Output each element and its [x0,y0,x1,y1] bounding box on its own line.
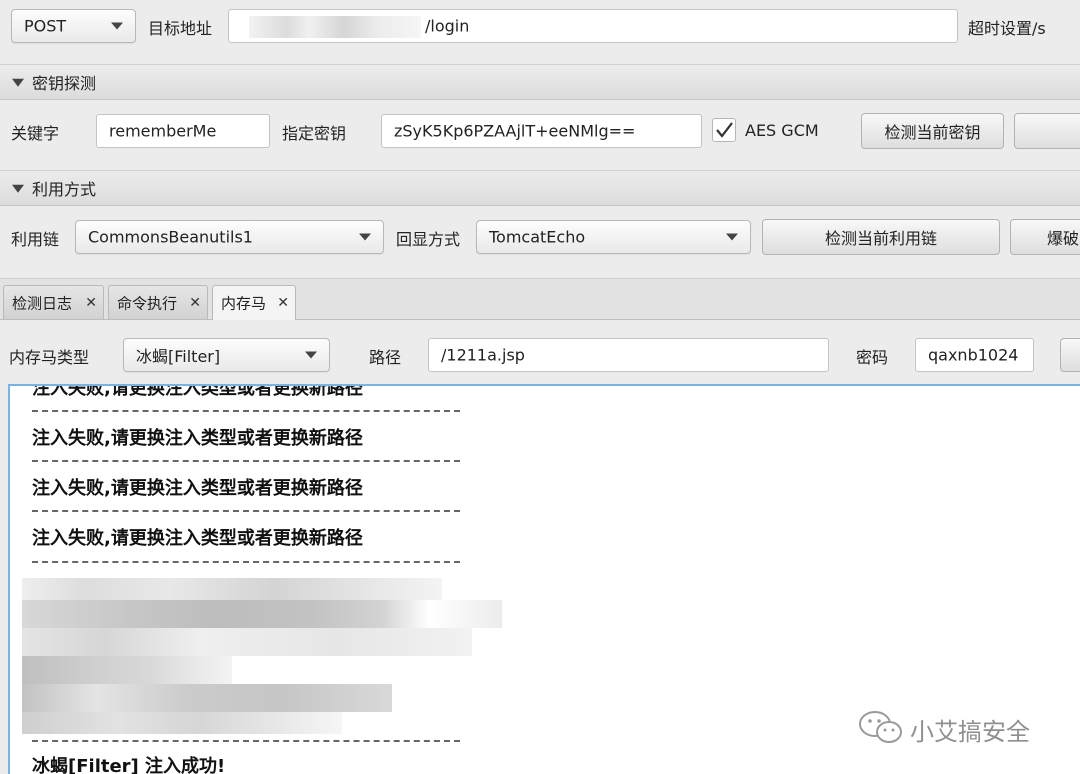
wechat-icon [859,711,902,743]
aes-gcm-checkbox[interactable] [712,118,736,142]
memshell-type-value: 冰蝎[Filter] [136,347,221,366]
chevron-down-icon [359,233,371,241]
echo-select[interactable]: TomcatEcho [476,220,751,254]
chain-label: 利用链 [11,230,60,249]
chain-value: CommonsBeanutils1 [88,227,253,247]
close-icon[interactable]: ✕ [277,295,289,311]
key-section-title: 密钥探测 [32,74,97,93]
password-input[interactable]: qaxnb1024 [915,338,1034,372]
tab-memshell[interactable]: 内存马 ✕ [212,285,296,320]
tab-detect-log[interactable]: 检测日志 ✕ [3,285,104,319]
log-separator [32,561,460,563]
tab-detect-log-label: 检测日志 [12,294,73,312]
keyword-value: rememberMe [109,121,217,141]
password-label: 密码 [856,348,889,367]
method-select[interactable]: POST [11,9,136,43]
tab-memshell-label: 内存马 [221,294,267,313]
key-label: 指定密钥 [282,124,347,143]
log-separator [32,510,460,512]
tab-command-exec[interactable]: 命令执行 ✕ [108,285,208,319]
detect-chain-button-label: 检测当前利用链 [824,229,937,248]
password-value: qaxnb1024 [928,345,1019,365]
collapse-triangle-icon [12,78,24,87]
log-line: 注入失败,请更换注入类型或者更换新路径 [32,384,363,399]
brute-button-label: 爆破 [1047,229,1080,248]
target-url-value: /login [425,16,470,36]
keyword-input[interactable]: rememberMe [96,114,270,148]
close-icon[interactable]: ✕ [85,295,97,311]
log-line: 注入失败,请更换注入类型或者更换新路径 [32,528,363,549]
detect-key-button[interactable]: 检测当前密钥 [861,113,1004,149]
checkmark-icon [716,122,733,138]
exploit-section-header[interactable]: 利用方式 [0,170,1080,206]
log-separator [32,410,460,412]
redacted-host [249,16,421,38]
exploit-section-title: 利用方式 [32,180,97,199]
path-value: /1211a.jsp [441,345,525,365]
log-line: 注入失败,请更换注入类型或者更换新路径 [32,478,363,499]
chevron-down-icon [305,351,317,359]
tab-command-exec-label: 命令执行 [117,294,178,312]
chevron-down-icon [111,22,123,30]
watermark-text: 小艾搞安全 [910,718,1030,746]
path-input[interactable]: /1211a.jsp [428,338,829,372]
close-icon[interactable]: ✕ [189,295,201,311]
chevron-down-icon [726,233,738,241]
target-url-input[interactable]: /login [228,9,958,43]
timeout-label: 超时设置/s [968,19,1046,38]
memshell-type-label: 内存马类型 [9,348,90,367]
log-separator [32,740,460,742]
echo-label: 回显方式 [396,230,461,249]
log-line-success: 冰蝎[Filter] 注入成功! [32,756,226,774]
collapse-triangle-icon [12,184,24,193]
keyword-label: 关键字 [11,124,60,143]
extra-key-button[interactable] [1014,113,1080,149]
method-value: POST [24,16,67,36]
aes-gcm-label: AES GCM [745,121,819,140]
log-line: 注入失败,请更换注入类型或者更换新路径 [32,428,363,449]
key-value: zSyK5Kp6PZAAjlT+eeNMlg== [394,121,636,141]
memshell-type-select[interactable]: 冰蝎[Filter] [123,338,330,372]
chain-select[interactable]: CommonsBeanutils1 [75,220,384,254]
key-section-header[interactable]: 密钥探测 [0,64,1080,100]
path-label: 路径 [369,348,402,367]
log-separator [32,460,460,462]
redacted-log-block [22,578,502,734]
echo-value: TomcatEcho [489,227,586,247]
detect-chain-button[interactable]: 检测当前利用链 [762,219,1000,255]
watermark: 小艾搞安全 [858,708,1058,748]
detect-key-button-label: 检测当前密钥 [884,123,981,142]
inject-button[interactable] [1060,338,1080,372]
target-label: 目标地址 [148,19,213,38]
brute-button[interactable]: 爆破 [1010,219,1080,255]
key-input[interactable]: zSyK5Kp6PZAAjlT+eeNMlg== [381,114,702,148]
